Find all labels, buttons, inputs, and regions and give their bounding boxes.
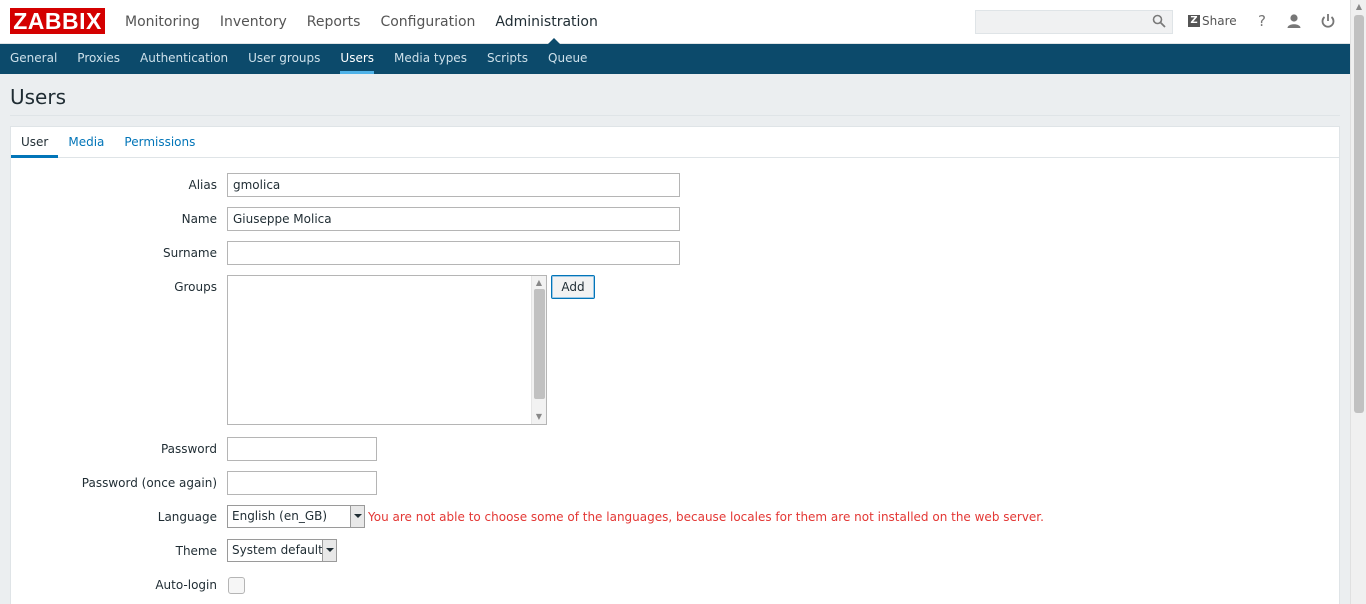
page-scroll-thumb[interactable] xyxy=(1354,15,1364,413)
alias-label: Alias xyxy=(188,178,217,192)
sub-menu-proxies[interactable]: Proxies xyxy=(67,44,130,74)
language-warning: You are not able to choose some of the l… xyxy=(368,510,1044,524)
top-header: ZABBIX Monitoring Inventory Reports Conf… xyxy=(0,0,1350,44)
scroll-up-icon[interactable]: ▲ xyxy=(535,279,543,287)
sub-menu-users[interactable]: Users xyxy=(330,44,384,74)
autologin-checkbox[interactable] xyxy=(228,577,245,594)
name-field[interactable]: Giuseppe Molica xyxy=(227,207,680,231)
main-menu-administration[interactable]: Administration xyxy=(485,0,607,44)
scroll-down-icon[interactable]: ▼ xyxy=(535,413,543,421)
chevron-down-icon[interactable] xyxy=(322,540,336,561)
sub-menu-queue[interactable]: Queue xyxy=(538,44,597,74)
language-select[interactable]: English (en_GB) xyxy=(227,505,365,528)
main-menu-reports[interactable]: Reports xyxy=(297,0,371,44)
password-again-field[interactable] xyxy=(227,471,377,495)
sub-menu-general[interactable]: General xyxy=(0,44,67,74)
language-value: English (en_GB) xyxy=(232,509,328,523)
sub-menu-scripts[interactable]: Scripts xyxy=(477,44,538,74)
user-profile-icon[interactable] xyxy=(1285,12,1303,30)
share-link[interactable]: Z Share xyxy=(1188,14,1237,28)
main-menu-configuration[interactable]: Configuration xyxy=(370,0,485,44)
title-divider xyxy=(10,115,1340,116)
search-input[interactable] xyxy=(975,10,1173,34)
zabbix-logo[interactable]: ZABBIX xyxy=(10,8,105,34)
surname-field[interactable] xyxy=(227,241,680,265)
groups-scroll-thumb[interactable] xyxy=(534,289,545,399)
main-menu: Monitoring Inventory Reports Configurati… xyxy=(115,0,608,44)
share-icon: Z xyxy=(1188,15,1200,27)
search-icon[interactable] xyxy=(1152,14,1166,28)
sub-menu-user-groups[interactable]: User groups xyxy=(238,44,330,74)
share-label: Share xyxy=(1202,14,1237,28)
tab-media[interactable]: Media xyxy=(58,127,114,157)
sub-menu-authentication[interactable]: Authentication xyxy=(130,44,238,74)
page-title: Users xyxy=(10,85,67,109)
tab-permissions[interactable]: Permissions xyxy=(114,127,205,157)
groups-listbox[interactable]: ▲ ▼ xyxy=(227,275,547,425)
autologin-label: Auto-login xyxy=(155,578,217,592)
password-again-label: Password (once again) xyxy=(81,476,217,490)
main-menu-inventory[interactable]: Inventory xyxy=(210,0,297,44)
form-tabs: User Media Permissions xyxy=(11,127,1339,158)
name-label: Name xyxy=(181,212,217,226)
groups-scrollbar[interactable]: ▲ ▼ xyxy=(531,276,546,424)
scroll-up-icon[interactable]: ▲ xyxy=(1355,3,1363,11)
language-label: Language xyxy=(157,510,217,524)
password-label: Password xyxy=(160,442,217,456)
main-menu-monitoring[interactable]: Monitoring xyxy=(115,0,210,44)
theme-value: System default xyxy=(232,543,323,557)
alias-field[interactable]: gmolica xyxy=(227,173,680,197)
chevron-down-icon[interactable] xyxy=(350,506,364,527)
sub-menu-media-types[interactable]: Media types xyxy=(384,44,477,74)
groups-label: Groups xyxy=(174,280,217,294)
user-form-panel: User Media Permissions Alias gmolica Nam… xyxy=(10,126,1340,604)
password-field[interactable] xyxy=(227,437,377,461)
theme-label: Theme xyxy=(175,544,217,558)
help-icon[interactable]: ? xyxy=(1253,12,1271,30)
tab-user[interactable]: User xyxy=(11,127,59,158)
surname-label: Surname xyxy=(163,246,217,260)
sign-out-icon[interactable] xyxy=(1319,12,1337,30)
add-group-button[interactable]: Add xyxy=(551,275,595,299)
sub-menu: General Proxies Authentication User grou… xyxy=(0,44,1350,74)
page-scrollbar[interactable]: ▲ xyxy=(1350,0,1366,604)
theme-select[interactable]: System default xyxy=(227,539,337,562)
